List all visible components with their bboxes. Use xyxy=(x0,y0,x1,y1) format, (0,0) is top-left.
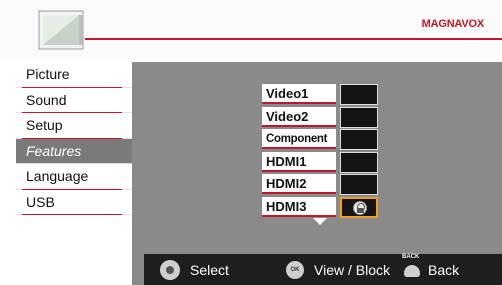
block-status-box-selected[interactable] xyxy=(340,196,378,218)
view-block-hint: OK View / Block xyxy=(286,254,390,285)
input-row-hdmi3[interactable]: HDMI3 xyxy=(262,196,378,219)
input-row-video2[interactable]: Video2 xyxy=(262,106,378,129)
input-label: HDMI1 xyxy=(262,151,336,172)
back-key-label: BACK xyxy=(402,253,420,260)
block-status-box[interactable] xyxy=(340,129,378,150)
back-hint-label: Back xyxy=(428,261,460,278)
main-menu: Picture Sound Setup Features Language US… xyxy=(16,62,132,215)
block-status-box[interactable] xyxy=(340,84,378,105)
ok-button-icon: OK xyxy=(286,260,304,279)
block-status-box[interactable] xyxy=(340,151,378,173)
input-label: Video2 xyxy=(262,106,336,127)
view-block-hint-label: View / Block xyxy=(314,261,390,278)
block-status-box[interactable] xyxy=(340,174,378,195)
menu-item-label: Sound xyxy=(26,91,67,108)
menu-item-label: Picture xyxy=(26,66,70,82)
menu-item-features[interactable]: Features xyxy=(16,138,132,164)
input-row-video1[interactable]: Video1 xyxy=(262,84,378,106)
input-row-hdmi2[interactable]: HDMI2 xyxy=(262,174,378,196)
header-divider xyxy=(85,38,502,40)
menu-item-label: Language xyxy=(26,168,89,184)
input-label: Component xyxy=(262,129,336,149)
input-row-component[interactable]: Component xyxy=(262,129,378,151)
input-label: HDMI3 xyxy=(262,196,336,217)
select-hint: Select xyxy=(160,254,229,285)
menu-item-label: USB xyxy=(26,193,55,210)
button-hint-bar: Select OK View / Block BACK Back xyxy=(144,254,502,285)
block-status-box[interactable] xyxy=(340,106,378,128)
dpad-icon xyxy=(160,259,180,280)
menu-item-sound[interactable]: Sound xyxy=(16,88,132,113)
back-hint: BACK Back xyxy=(402,254,459,285)
menu-item-usb[interactable]: USB xyxy=(16,190,132,215)
header: MAGNAVOX xyxy=(0,0,502,60)
menu-item-picture[interactable]: Picture xyxy=(16,62,132,88)
menu-item-label: Features xyxy=(26,142,82,159)
input-label: HDMI2 xyxy=(262,174,336,194)
select-hint-label: Select xyxy=(190,261,229,278)
menu-item-label: Setup xyxy=(26,117,63,133)
tv-icon xyxy=(38,10,84,50)
lock-icon xyxy=(353,200,367,215)
input-row-hdmi1[interactable]: HDMI1 xyxy=(262,151,378,174)
chevron-down-icon[interactable] xyxy=(313,218,327,225)
brand-logo: MAGNAVOX xyxy=(421,18,485,30)
menu-item-language[interactable]: Language xyxy=(16,164,132,190)
input-block-list: Video1 Video2 Component HDMI1 HDMI2 HDMI… xyxy=(262,84,378,219)
menu-item-setup[interactable]: Setup xyxy=(16,113,132,139)
input-label: Video1 xyxy=(262,84,336,104)
back-button-icon: BACK xyxy=(402,254,420,279)
